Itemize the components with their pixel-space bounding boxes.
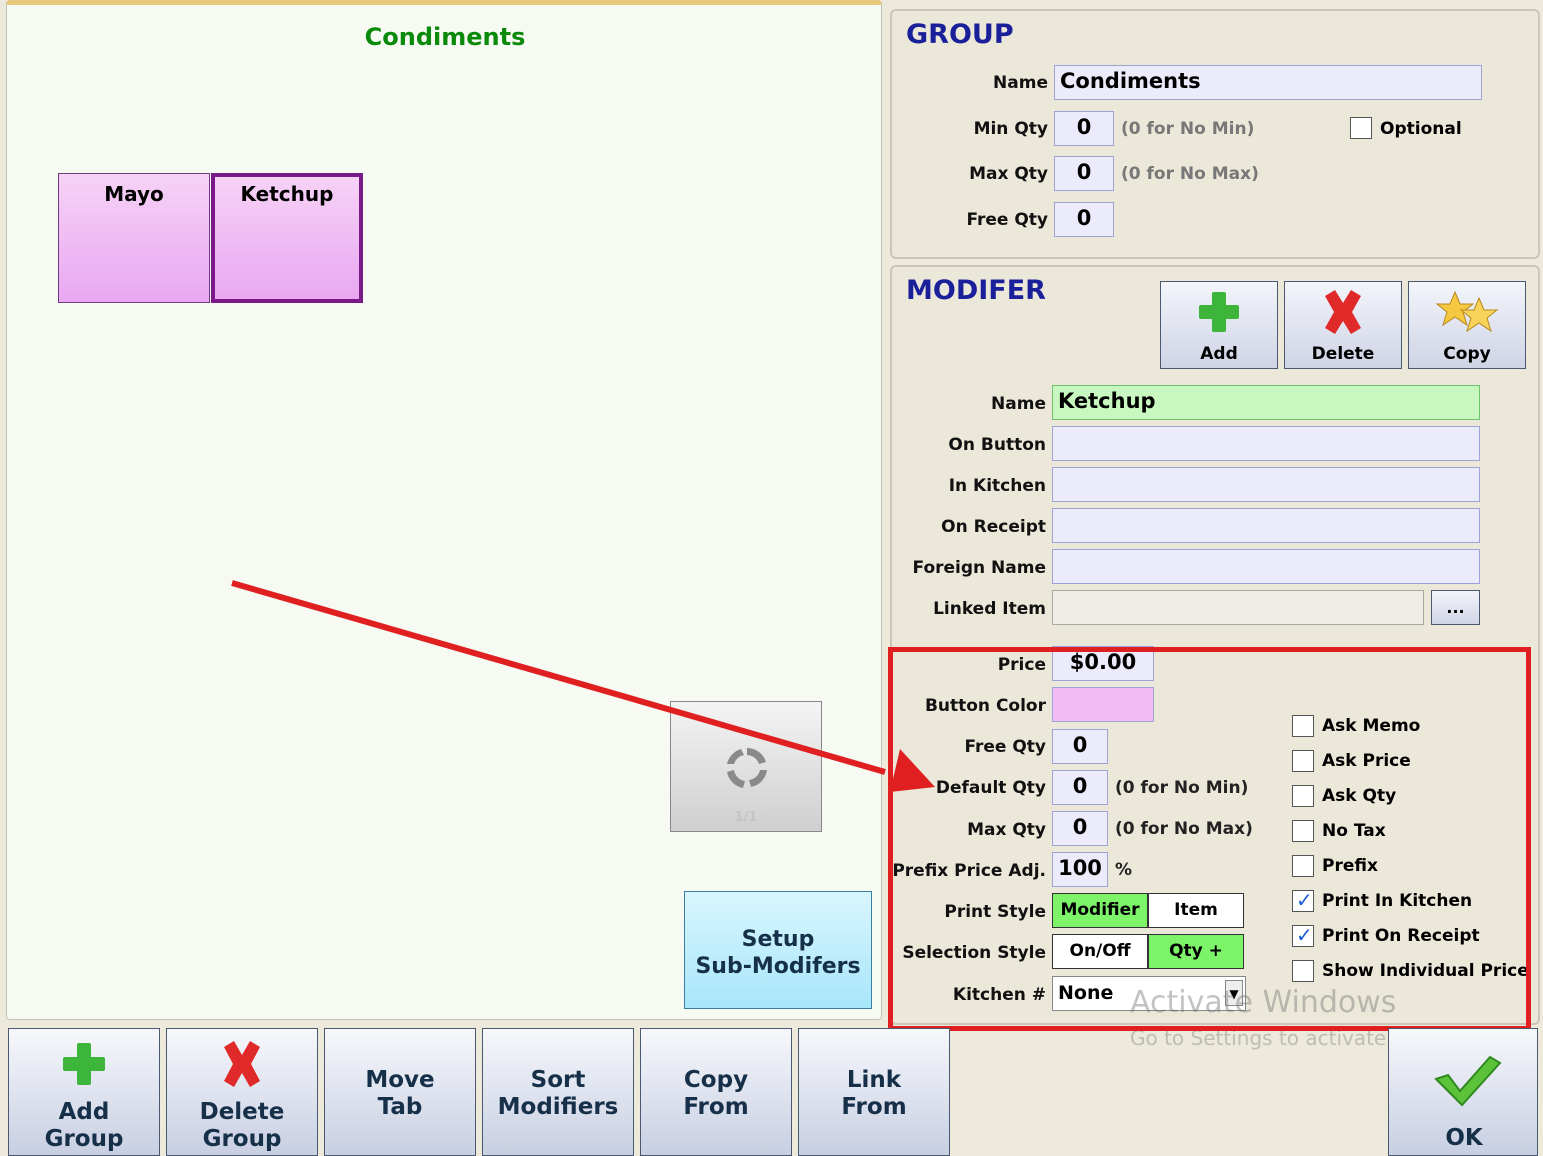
annotation-arrow <box>231 580 935 792</box>
move-tab-line1: Move <box>365 1067 435 1093</box>
ok-label: OK <box>1445 1125 1483 1151</box>
plus-icon <box>63 1043 105 1085</box>
move-tab-line2: Tab <box>377 1094 423 1120</box>
link-from-button[interactable]: Link From <box>798 1028 950 1156</box>
sort-modifiers-button[interactable]: Sort Modifiers <box>482 1028 634 1156</box>
link-from-line2: From <box>841 1094 907 1120</box>
move-tab-button[interactable]: Move Tab <box>324 1028 476 1156</box>
copy-from-line1: Copy <box>683 1067 749 1093</box>
add-group-line2: Group <box>44 1126 124 1152</box>
copy-from-line2: From <box>683 1094 749 1120</box>
add-group-line1: Add <box>58 1099 110 1125</box>
delete-group-line2: Group <box>202 1126 282 1152</box>
checkmark-icon <box>1434 1055 1502 1107</box>
ok-button[interactable]: OK <box>1388 1028 1538 1156</box>
link-from-line1: Link <box>846 1067 902 1093</box>
add-group-button[interactable]: Add Group <box>8 1028 160 1156</box>
delete-group-button[interactable]: Delete Group <box>166 1028 318 1156</box>
sort-modifiers-line1: Sort <box>530 1067 586 1093</box>
delete-x-icon <box>224 1041 260 1087</box>
copy-from-button[interactable]: Copy From <box>640 1028 792 1156</box>
delete-group-line1: Delete <box>199 1099 285 1125</box>
sort-modifiers-line2: Modifiers <box>497 1094 619 1120</box>
